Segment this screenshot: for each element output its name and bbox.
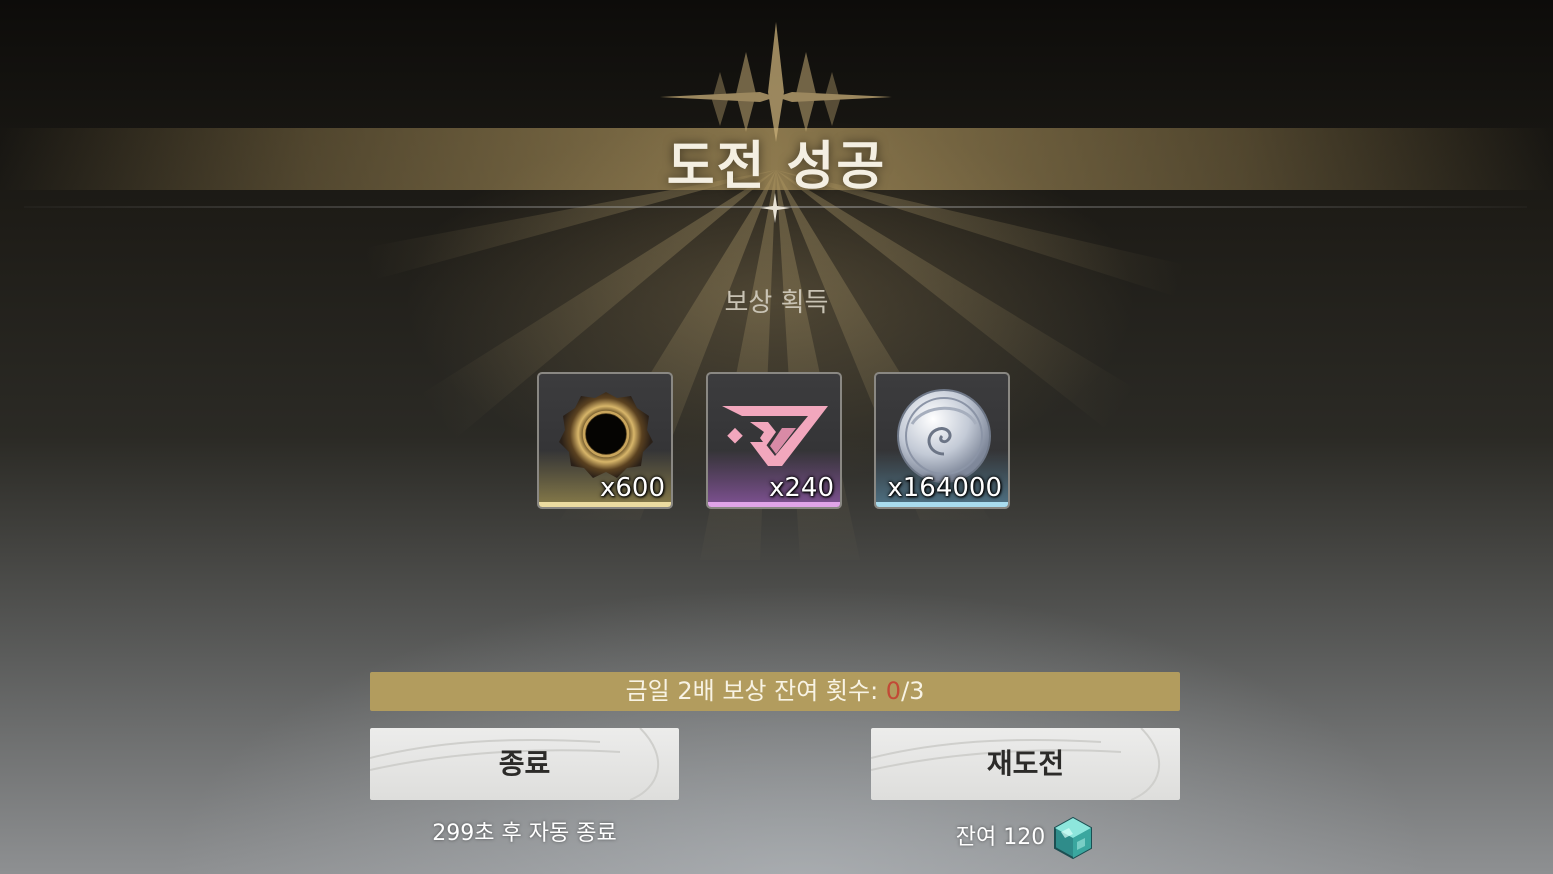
retry-remaining-text: 잔여 120 <box>955 825 1046 850</box>
exit-button-label: 종료 <box>498 747 551 780</box>
battle-result-screen: 도전 성공 보상 획득 x600 x240 x164000 금일 2배 보상 잔… <box>0 0 1553 874</box>
reward-quantity: x164000 <box>887 473 1002 503</box>
reward-item[interactable]: x240 <box>706 372 842 509</box>
pink-emblem-icon <box>722 406 828 466</box>
reward-item[interactable]: x600 <box>537 372 673 509</box>
auto-exit-countdown: 299초 후 자동 종료 <box>432 821 617 846</box>
double-reward-label: 금일 2배 보상 잔여 횟수: <box>625 677 886 705</box>
retry-button-label: 재도전 <box>986 747 1065 780</box>
exit-button[interactable]: 종료 <box>370 728 679 800</box>
retry-button[interactable]: 재도전 <box>871 728 1180 800</box>
dark-ring-icon <box>559 392 653 478</box>
silver-coin-icon <box>897 389 991 483</box>
double-reward-counter: 금일 2배 보상 잔여 횟수: 0/3 <box>370 672 1180 711</box>
rewards-heading: 보상 획득 <box>724 288 829 318</box>
sparkle-icon <box>760 193 790 223</box>
retry-remaining: 잔여 120 <box>871 816 1180 860</box>
teal-cube-icon <box>1054 816 1093 860</box>
reward-quantity: x600 <box>599 473 665 503</box>
reward-item[interactable]: x164000 <box>874 372 1010 509</box>
reward-quantity: x240 <box>768 473 834 503</box>
result-title: 도전 성공 <box>666 137 887 197</box>
double-reward-total: /3 <box>901 677 925 705</box>
double-reward-remaining: 0 <box>885 677 902 705</box>
